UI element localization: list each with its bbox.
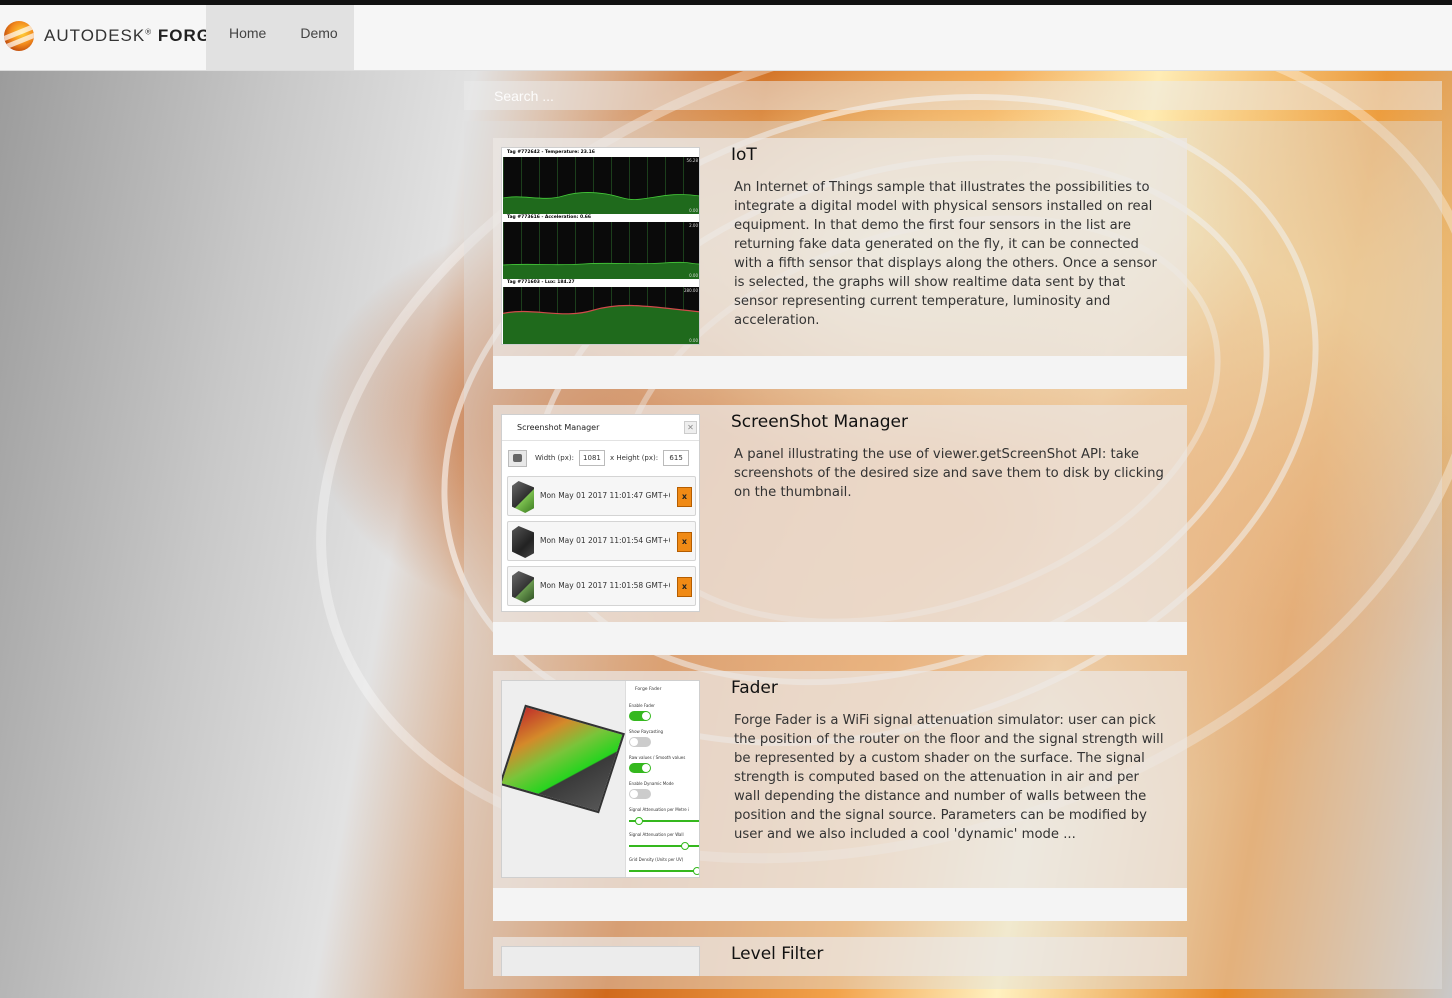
ss-close-icon: ✕: [684, 421, 697, 434]
graph-max: 280.00: [684, 288, 698, 293]
card-footer: [493, 356, 1187, 389]
card-title[interactable]: IoT: [731, 145, 757, 165]
ss-list-item: Mon May 01 2017 11:01:47 GMT+0800 x: [507, 476, 696, 516]
level-filter-thumbnail[interactable]: [501, 946, 700, 976]
card-footer: [493, 888, 1187, 921]
graph-label: Tag #773616 - Acceleration: 0.66: [507, 215, 592, 220]
graph-max: 2.00: [689, 223, 698, 228]
card-description: Forge Fader is a WiFi signal attenuation…: [734, 713, 1164, 842]
ss-item-date: Mon May 01 2017 11:01:47 GMT+0800: [540, 491, 670, 500]
card-title[interactable]: Fader: [731, 678, 778, 698]
grid-density-slider: [629, 867, 699, 875]
fader-control-label: Raw values / Smooth values: [629, 755, 686, 760]
graph-wave: [503, 261, 699, 279]
screenshot-thumbnail-image: [512, 526, 534, 558]
fader-control-label: Grid Density (Units per UV): [629, 857, 684, 862]
ss-item-date: Mon May 01 2017 11:01:58 GMT+0800: [540, 581, 670, 590]
screenshot-thumbnail-image: [512, 481, 534, 513]
fader-control-label: Show Raycasting: [629, 729, 664, 734]
ss-height-field: 615: [663, 450, 690, 466]
show-raycasting-toggle: [629, 737, 651, 747]
graph-label: Tag #772642 - Temperature: 23.16: [507, 150, 595, 155]
screenshot-thumbnail-image: [512, 571, 534, 603]
iot-temperature-graph: Tag #772642 - Temperature: 23.16 56.28 0…: [503, 149, 699, 214]
iot-lux-graph: Tag #771603 - Lux: 184.27 280.00 0.00: [503, 279, 699, 344]
graph-wave: [503, 304, 699, 344]
attenuation-wall-slider: [629, 842, 699, 850]
delete-icon: x: [677, 487, 692, 507]
ss-panel-header: Screenshot Manager ✕: [502, 415, 699, 441]
iot-thumbnail[interactable]: Tag #772642 - Temperature: 23.16 56.28 0…: [501, 147, 700, 345]
screenshot-manager-thumbnail[interactable]: Screenshot Manager ✕ Width (px): 1081 x …: [501, 414, 700, 612]
graph-min: 0.00: [689, 338, 698, 343]
ss-panel-title: Screenshot Manager: [517, 423, 600, 432]
autodesk-forge-logo-icon: [4, 21, 34, 51]
nav-menu: Home Demo: [206, 5, 354, 70]
brand-registered-mark: ®: [145, 27, 153, 37]
fader-panel-title: Forge Fader: [635, 687, 662, 692]
graph-min: 0.00: [689, 273, 698, 278]
fader-control-label: Enable Dynamic Mode: [629, 781, 674, 786]
attenuation-metre-slider: [629, 817, 699, 825]
ss-size-controls: Width (px): 1081 x Height (px): 615: [508, 449, 694, 467]
graph-plot: 2.00 0.00: [503, 222, 699, 279]
demo-list: Tag #772642 - Temperature: 23.16 56.28 0…: [464, 121, 1442, 989]
ss-list-item: Mon May 01 2017 11:01:58 GMT+0800 x: [507, 566, 696, 606]
graph-wave: [503, 192, 699, 214]
delete-icon: x: [677, 532, 692, 552]
delete-icon: x: [677, 577, 692, 597]
search-input[interactable]: [464, 81, 1442, 110]
nav-demo-link[interactable]: Demo: [300, 5, 337, 70]
ss-width-field: 1081: [578, 450, 605, 466]
fader-thumbnail[interactable]: Forge Fader Enable Fader Show Raycasting…: [501, 680, 700, 878]
card-description: An Internet of Things sample that illust…: [734, 180, 1157, 328]
graph-min: 0.00: [689, 208, 698, 213]
demo-card-level-filter[interactable]: Level Filter: [493, 937, 1187, 976]
card-title[interactable]: Level Filter: [731, 944, 823, 964]
fader-control-label: Signal Attenuation per Wall: [629, 832, 684, 837]
card-title[interactable]: ScreenShot Manager: [731, 412, 908, 432]
ss-list-item: Mon May 01 2017 11:01:54 GMT+0800 x: [507, 521, 696, 561]
fader-control-label: Enable Fader: [629, 703, 655, 708]
card-description: A panel illustrating the use of viewer.g…: [734, 447, 1164, 500]
graph-plot: 280.00 0.00: [503, 287, 699, 344]
card-footer: [493, 622, 1187, 655]
fader-control-panel: Forge Fader Enable Fader Show Raycasting…: [625, 681, 699, 877]
demo-card-iot[interactable]: Tag #772642 - Temperature: 23.16 56.28 0…: [493, 138, 1187, 389]
graph-plot: 56.28 0.00: [503, 157, 699, 214]
raw-smooth-toggle: [629, 763, 651, 773]
fader-3d-scene: [502, 681, 625, 877]
brand-autodesk: AUTODESK: [44, 26, 146, 45]
navbar: AUTODESK® FORGE Home Demo: [0, 5, 1452, 71]
graph-max: 56.28: [686, 158, 698, 163]
camera-icon: [508, 449, 527, 467]
fader-control-label: Signal Attenuation per Metre i: [629, 807, 690, 812]
ss-width-label: Width (px):: [535, 454, 574, 462]
demo-card-fader[interactable]: Forge Fader Enable Fader Show Raycasting…: [493, 671, 1187, 921]
graph-label: Tag #771603 - Lux: 184.27: [507, 280, 575, 285]
floor-heatmap: [502, 704, 625, 814]
ss-item-date: Mon May 01 2017 11:01:54 GMT+0800: [540, 536, 670, 545]
demo-card-screenshot-manager[interactable]: Screenshot Manager ✕ Width (px): 1081 x …: [493, 405, 1187, 655]
ss-height-label: x Height (px):: [609, 454, 659, 462]
brand-logo[interactable]: AUTODESK® FORGE: [4, 19, 223, 53]
enable-fader-toggle: [629, 711, 651, 721]
dynamic-mode-toggle: [629, 789, 651, 799]
nav-home-link[interactable]: Home: [229, 5, 266, 70]
iot-acceleration-graph: Tag #773616 - Acceleration: 0.66 2.00 0.…: [503, 214, 699, 279]
brand-text: AUTODESK® FORGE: [44, 26, 223, 46]
